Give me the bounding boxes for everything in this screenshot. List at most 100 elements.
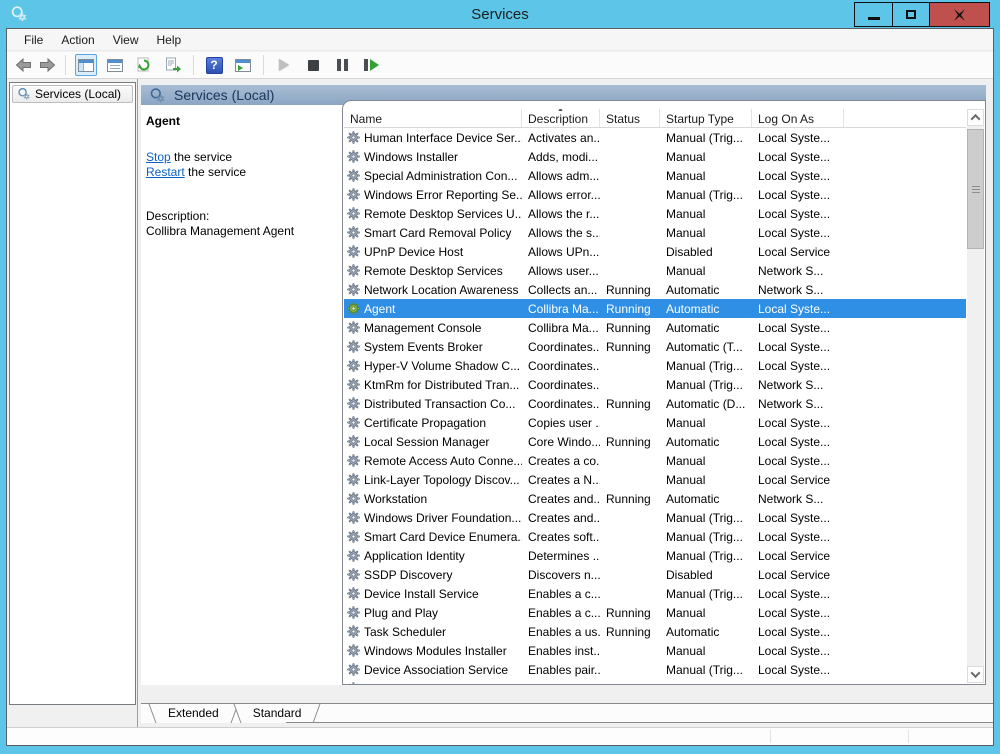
service-row[interactable]: Windows Driver Foundation...Creates and.… xyxy=(344,508,966,527)
service-row[interactable]: Multimedia Class SchedulerEnables rela..… xyxy=(344,679,966,684)
tree-item-icon xyxy=(17,87,31,101)
cell-description: Enables a us... xyxy=(522,625,600,639)
service-row[interactable]: UPnP Device HostAllows UPn...DisabledLoc… xyxy=(344,242,966,261)
cell-startup: Manual (Trig... xyxy=(660,511,752,525)
cell-description: Coordinates... xyxy=(522,397,600,411)
cell-name: Certificate Propagation xyxy=(344,416,522,430)
menu-file[interactable]: File xyxy=(15,30,52,50)
menu-action[interactable]: Action xyxy=(52,30,103,50)
menu-bar: FileActionViewHelp xyxy=(7,29,993,51)
service-row[interactable]: Windows Error Reporting Se...Allows erro… xyxy=(344,185,966,204)
start-service-button[interactable] xyxy=(273,54,295,76)
cell-text: Automatic xyxy=(666,625,719,639)
cell-name: Agent xyxy=(344,302,522,316)
service-row[interactable]: Certificate Propagation Copies user ... Ma… xyxy=(344,413,966,432)
action-pane-icon xyxy=(235,59,251,72)
scroll-up-button[interactable] xyxy=(967,109,984,126)
column-header-label: Description xyxy=(528,112,588,126)
service-row[interactable]: Remote Desktop Services U...Allows the r… xyxy=(344,204,966,223)
cell-startup: Automatic xyxy=(660,625,752,639)
refresh-button[interactable] xyxy=(133,54,155,76)
service-row[interactable]: System Events BrokerCoordinates...Runnin… xyxy=(344,337,966,356)
cell-text: Manual (Trig... xyxy=(666,587,743,601)
cell-description: Creates a co... xyxy=(522,454,600,468)
column-header-startup-type[interactable]: Startup Type xyxy=(660,109,752,127)
service-row[interactable]: Special Administration Con... Allows adm.… xyxy=(344,166,966,185)
column-header-status[interactable]: Status xyxy=(600,109,660,127)
vertical-scrollbar[interactable] xyxy=(967,109,984,683)
scrollbar-thumb[interactable] xyxy=(967,129,984,249)
cell-logon: Network S... xyxy=(752,492,844,506)
service-row[interactable]: Windows InstallerAdds, modi...ManualLoca… xyxy=(344,147,966,166)
service-row[interactable]: Windows Modules InstallerEnables inst...… xyxy=(344,641,966,660)
cell-text: Local Syste... xyxy=(758,169,830,183)
cell-logon: Local Syste... xyxy=(752,682,844,685)
help-button[interactable]: ? xyxy=(203,54,225,76)
service-row[interactable]: Hyper-V Volume Shadow C...Coordinates...… xyxy=(344,356,966,375)
service-row[interactable]: Remote Desktop ServicesAllows user...Man… xyxy=(344,261,966,280)
cell-text: Coordinates... xyxy=(528,359,600,373)
cell-text: Manual xyxy=(666,416,705,430)
restart-service-link[interactable]: Restart xyxy=(146,165,185,179)
back-icon[interactable] xyxy=(15,58,32,72)
cell-text: Enables a c... xyxy=(528,606,600,620)
titlebar[interactable]: Services xyxy=(0,0,1000,28)
column-header-description[interactable]: Description▲ xyxy=(522,109,600,127)
cell-name: Multimedia Class Scheduler xyxy=(344,682,522,685)
export-list-button[interactable] xyxy=(162,54,184,76)
cell-logon: Local Syste... xyxy=(752,226,844,240)
service-row[interactable]: Task SchedulerEnables a us...RunningAuto… xyxy=(344,622,966,641)
cell-logon: Local Syste... xyxy=(752,663,844,677)
service-row-selected[interactable]: AgentCollibra Ma...RunningAutomaticLocal… xyxy=(344,299,966,318)
service-gear-icon xyxy=(347,397,360,410)
cell-description: Allows adm... xyxy=(522,169,600,183)
service-row[interactable]: Smart Card Device Enumera...Creates soft… xyxy=(344,527,966,546)
show-action-pane-button[interactable] xyxy=(232,54,254,76)
tab-standard[interactable]: Standard xyxy=(236,704,319,723)
forward-icon[interactable] xyxy=(39,58,56,72)
show-console-tree-button[interactable] xyxy=(75,54,97,76)
service-row[interactable]: Device Install ServiceEnables a c...Manu… xyxy=(344,584,966,603)
service-row[interactable]: Network Location AwarenessCollects an...… xyxy=(344,280,966,299)
cell-text: Copies user ... xyxy=(528,416,600,430)
cell-text: Special Administration Con... xyxy=(364,169,517,183)
service-row[interactable]: Human Interface Device Ser...Activates a… xyxy=(344,128,966,147)
maximize-button[interactable] xyxy=(892,3,929,26)
close-button[interactable] xyxy=(929,3,989,26)
cell-name: Windows Installer xyxy=(344,150,522,164)
stop-service-button[interactable] xyxy=(302,54,324,76)
pause-service-button[interactable] xyxy=(331,54,353,76)
properties-button[interactable] xyxy=(104,54,126,76)
cell-text: Local Syste... xyxy=(758,625,830,639)
menu-view[interactable]: View xyxy=(104,30,148,50)
service-row[interactable]: Application IdentityDetermines ...Manual… xyxy=(344,546,966,565)
service-row[interactable]: Smart Card Removal PolicyAllows the s...… xyxy=(344,223,966,242)
service-row[interactable]: SSDP DiscoveryDiscovers n...DisabledLoca… xyxy=(344,565,966,584)
cell-text: Network Location Awareness xyxy=(364,283,519,297)
service-row[interactable]: Remote Access Auto Conne...Creates a co.… xyxy=(344,451,966,470)
service-row[interactable]: WorkstationCreates and...RunningAutomati… xyxy=(344,489,966,508)
tree-item-services-local[interactable]: Services (Local) xyxy=(12,85,133,103)
service-row[interactable]: Distributed Transaction Co...Coordinates… xyxy=(344,394,966,413)
service-row[interactable]: Local Session ManagerCore Windo...Runnin… xyxy=(344,432,966,451)
column-header-log-on-as[interactable]: Log On As xyxy=(752,109,844,127)
statusbar-divider xyxy=(770,730,771,743)
tab-extended[interactable]: Extended xyxy=(151,704,236,723)
scroll-down-button[interactable] xyxy=(967,666,984,683)
cell-startup: Manual xyxy=(660,226,752,240)
menu-help[interactable]: Help xyxy=(148,30,191,50)
service-row[interactable]: Plug and PlayEnables a c...RunningManual… xyxy=(344,603,966,622)
console-tree-panel: Services (Local) xyxy=(9,82,136,705)
cell-text: Core Windo... xyxy=(528,435,600,449)
column-header-filler[interactable] xyxy=(844,109,966,127)
stop-service-link[interactable]: Stop xyxy=(146,150,171,164)
minimize-button[interactable] xyxy=(855,3,892,26)
service-row[interactable]: KtmRm for Distributed Tran...Coordinates… xyxy=(344,375,966,394)
service-row[interactable]: Link-Layer Topology Discov...Creates a N… xyxy=(344,470,966,489)
service-row[interactable]: Device Association ServiceEnables pair..… xyxy=(344,660,966,679)
column-header-name[interactable]: Name xyxy=(344,109,522,127)
service-row[interactable]: Management ConsoleCollibra Ma...RunningA… xyxy=(344,318,966,337)
cell-text: Running xyxy=(606,397,651,411)
restart-service-button[interactable] xyxy=(360,54,382,76)
cell-text: Local Service xyxy=(758,568,830,582)
